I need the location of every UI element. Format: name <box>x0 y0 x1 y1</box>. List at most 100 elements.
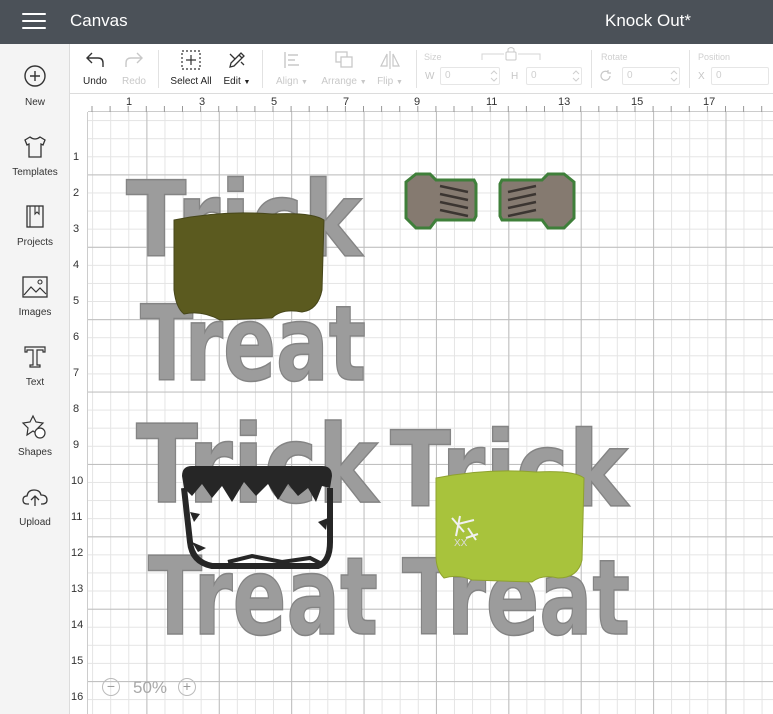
olive-frankenstein-head <box>173 212 325 321</box>
align-text: Align <box>276 76 299 87</box>
ruler-label: 12 <box>71 547 84 559</box>
edit-text: Edit <box>223 76 241 87</box>
rotate-value: 0 <box>627 70 633 81</box>
position-x-value: 0 <box>716 70 722 81</box>
ruler-label: 7 <box>343 96 350 108</box>
document-title[interactable]: Knock Out* <box>605 11 691 31</box>
sidebar-item-label: Images <box>18 307 52 318</box>
align-dropdown-button[interactable]: Align ▼ <box>270 48 314 92</box>
top-bar: Canvas Knock Out* <box>0 0 773 44</box>
ruler-label: 14 <box>71 619 84 631</box>
edit-dropdown-button[interactable]: Edit ▼ <box>220 48 254 92</box>
edit-toolbar: Undo Redo Select All Edit ▼ Align ▼ Arra… <box>70 44 773 94</box>
height-axis-label: H <box>511 71 519 82</box>
sidebar-item-new[interactable]: New <box>0 64 70 126</box>
rotate-icon <box>600 70 611 81</box>
size-label: Size <box>424 52 442 62</box>
menu-hamburger-icon[interactable] <box>22 12 46 30</box>
toolbar-divider <box>262 50 263 88</box>
x-axis-label: X <box>698 71 705 82</box>
ruler-label: 1 <box>126 96 133 108</box>
sidebar-item-images[interactable]: Images <box>0 274 70 336</box>
zoom-level: 50% <box>132 678 168 697</box>
design-trick-treat-olive[interactable]: Trick Treat <box>122 160 372 386</box>
ruler-label: 5 <box>73 295 80 307</box>
ruler-label: 9 <box>414 96 421 108</box>
toolbar-divider <box>416 50 417 88</box>
toolbar-divider <box>158 50 159 88</box>
arrange-text: Arrange <box>321 76 357 87</box>
chevron-down-icon: ▼ <box>243 79 251 86</box>
toolbar-divider <box>591 50 592 88</box>
stepper-arrows-icon[interactable] <box>572 69 580 83</box>
align-icon <box>284 52 299 68</box>
ruler-label: 9 <box>73 439 80 451</box>
arrange-dropdown-button[interactable]: Arrange ▼ <box>316 48 372 92</box>
flip-dropdown-button[interactable]: Flip ▼ <box>372 48 408 92</box>
ruler-label: 1 <box>73 151 80 163</box>
bolt-left[interactable] <box>404 172 478 236</box>
sidebar-item-shapes[interactable]: Shapes <box>0 414 70 476</box>
chevron-down-icon: ▼ <box>301 79 308 86</box>
position-label: Position <box>698 52 731 62</box>
select-all-label: Select All <box>170 76 212 87</box>
chevron-down-icon: ▼ <box>395 79 403 86</box>
bolt-right[interactable] <box>496 172 576 236</box>
sidebar-item-label: New <box>24 97 45 108</box>
stepper-arrows-icon[interactable] <box>490 69 498 83</box>
undo-label: Undo <box>83 76 107 87</box>
ruler-label: 8 <box>73 403 80 415</box>
top-ruler-ticks <box>91 106 763 112</box>
position-x-field[interactable]: 0 <box>711 67 769 85</box>
sidebar-item-label: Upload <box>19 517 51 528</box>
design-canvas[interactable]: Trick Treat Trick Treat Trick Treat XX <box>88 112 773 714</box>
word-treat: Treat <box>148 535 378 640</box>
left-sidebar: New Templates Projects Images Text Shape… <box>0 44 70 714</box>
word-trick: Trick <box>136 403 380 528</box>
lock-aspect-icon[interactable] <box>480 46 542 62</box>
sidebar-item-templates[interactable]: Templates <box>0 134 70 196</box>
undo-button[interactable]: Undo <box>78 48 112 92</box>
rotate-field[interactable]: 0 <box>622 67 680 85</box>
width-value: 0 <box>445 70 451 81</box>
zoom-control: − 50% + <box>100 676 200 700</box>
sidebar-item-projects[interactable]: Projects <box>0 204 70 266</box>
select-all-button[interactable]: Select All <box>168 48 214 92</box>
shapes-icon <box>21 414 46 439</box>
sidebar-item-label: Templates <box>12 167 58 178</box>
align-label: Align ▼ <box>270 76 314 87</box>
design-trick-treat-lime[interactable]: Trick Treat XX <box>386 410 636 642</box>
ruler-label: 6 <box>73 331 80 343</box>
redo-button[interactable]: Redo <box>118 48 150 92</box>
height-value: 0 <box>531 70 537 81</box>
stepper-arrows-icon[interactable] <box>670 69 678 83</box>
zoom-in-button[interactable]: + <box>178 678 196 696</box>
ruler-label: 10 <box>71 475 84 487</box>
ruler-label: 17 <box>703 96 716 108</box>
chevron-down-icon: ▼ <box>359 79 367 86</box>
design-trick-treat-hair[interactable]: Trick Treat <box>132 402 382 640</box>
flip-icon <box>380 51 400 69</box>
ruler-label: 13 <box>558 96 571 108</box>
text-t-icon <box>24 346 46 368</box>
redo-arrow-icon <box>125 52 143 67</box>
select-all-icon <box>181 50 201 70</box>
zoom-out-button[interactable]: − <box>102 678 120 696</box>
sidebar-item-upload[interactable]: Upload <box>0 484 70 546</box>
plus-circle-icon <box>24 65 46 87</box>
width-axis-label: W <box>425 71 435 82</box>
app-title: Canvas <box>70 11 128 30</box>
ruler-corner <box>70 94 88 112</box>
height-field[interactable]: 0 <box>526 67 582 85</box>
ruler-label: 2 <box>73 187 80 199</box>
ruler-label: 3 <box>199 96 206 108</box>
sidebar-item-label: Shapes <box>18 447 52 458</box>
sidebar-item-text[interactable]: Text <box>0 344 70 406</box>
tshirt-icon <box>24 136 46 158</box>
cloud-upload-icon <box>22 489 48 506</box>
left-ruler: 1 2 3 4 5 6 7 8 9 10 11 12 13 14 15 16 <box>70 112 88 714</box>
sidebar-item-label: Projects <box>16 237 54 248</box>
flip-label: Flip ▼ <box>372 76 408 87</box>
width-field[interactable]: 0 <box>440 67 500 85</box>
pencil-ruler-icon <box>229 52 245 68</box>
